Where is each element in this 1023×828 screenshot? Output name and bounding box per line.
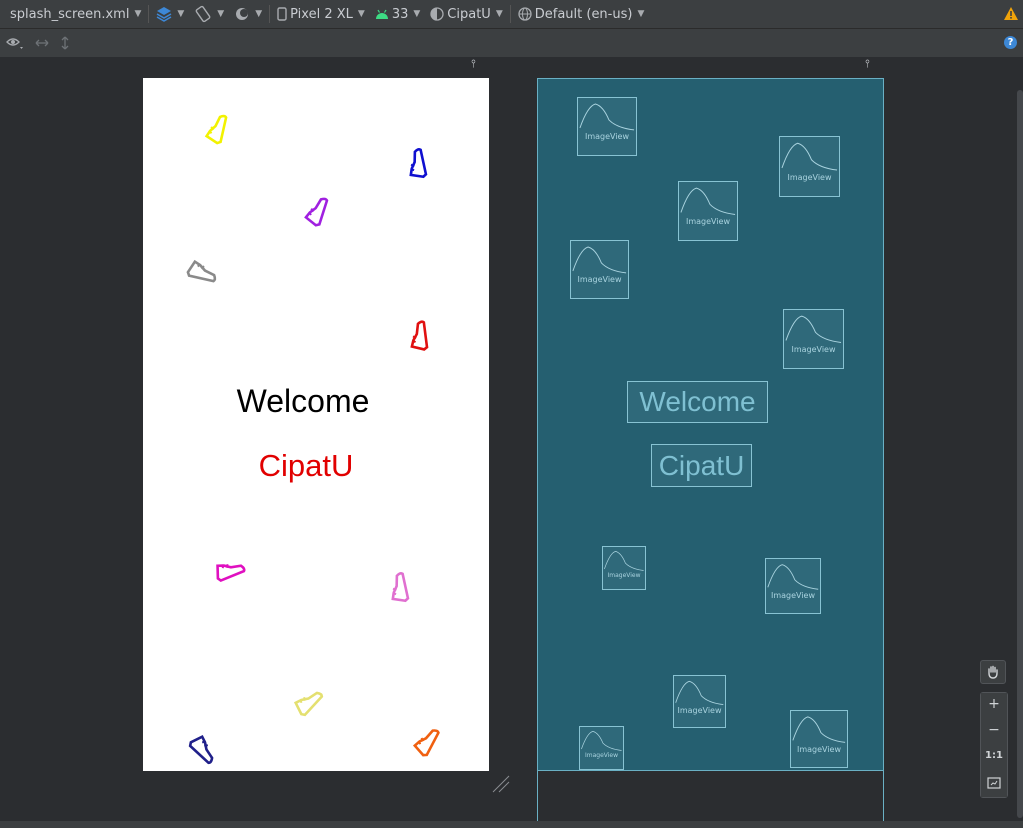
imageview-label: ImageView bbox=[770, 591, 816, 601]
pin-icon: ⫯ bbox=[865, 57, 870, 70]
status-bar bbox=[0, 821, 1023, 828]
chevron-down-icon: ▼ bbox=[177, 9, 185, 19]
zoom-one-to-one-button[interactable]: 1:1 bbox=[981, 745, 1007, 771]
zoom-to-fit-button[interactable] bbox=[981, 771, 1007, 797]
shoe-icon bbox=[186, 259, 217, 283]
file-selector[interactable]: splash_screen.xml ▼ bbox=[0, 0, 146, 28]
orientation-button[interactable]: ▼ bbox=[189, 0, 229, 28]
imageview-label: ImageView bbox=[787, 172, 832, 182]
imageview-placeholder[interactable]: ImageView bbox=[678, 181, 738, 241]
imageview-placeholder[interactable]: ImageView bbox=[779, 136, 840, 197]
device-selector[interactable]: Pixel 2 XL ▼ bbox=[272, 0, 370, 28]
blueprint-preview[interactable]: ImageView ImageView ImageView ImageView … bbox=[537, 78, 884, 771]
rotate-icon bbox=[195, 5, 211, 23]
help-icon[interactable]: ? bbox=[1004, 36, 1017, 49]
imageview-label: ImageView bbox=[791, 345, 836, 355]
theme-icon bbox=[430, 7, 444, 21]
fit-screen-icon bbox=[987, 777, 1001, 789]
brand-text[interactable]: CipatU bbox=[143, 448, 469, 484]
file-name: splash_screen.xml bbox=[10, 6, 130, 22]
pan-hand-button[interactable] bbox=[980, 660, 1006, 684]
shoe-icon bbox=[409, 148, 428, 179]
view-options-bar bbox=[0, 29, 1023, 57]
imageview-placeholder[interactable]: ImageView bbox=[765, 558, 821, 614]
zoom-group: + − 1:1 bbox=[980, 692, 1008, 798]
layout-editor-toolbar: splash_screen.xml ▼ ▼ ▼ ▼ Pixel 2 XL ▼ 3… bbox=[0, 0, 1023, 29]
design-preview[interactable]: Welcome CipatU bbox=[143, 78, 489, 771]
divider bbox=[269, 5, 271, 23]
api-selector[interactable]: 33 ▼ bbox=[370, 0, 425, 28]
brand-text-outline[interactable]: CipatU bbox=[651, 444, 752, 487]
imageview-placeholder[interactable]: ImageView bbox=[577, 97, 637, 156]
horizontal-resize-icon[interactable] bbox=[34, 38, 50, 48]
imageview-placeholder[interactable]: ImageView bbox=[602, 546, 646, 590]
welcome-text[interactable]: Welcome bbox=[143, 383, 463, 420]
layers-button[interactable]: ▼ bbox=[151, 0, 189, 28]
chevron-down-icon: ▼ bbox=[134, 9, 142, 19]
divider bbox=[509, 5, 511, 23]
theme-name: CipatU bbox=[447, 6, 491, 22]
hand-icon bbox=[988, 665, 998, 679]
imageview-label: ImageView bbox=[584, 751, 619, 759]
globe-icon bbox=[518, 7, 532, 21]
divider bbox=[148, 5, 150, 23]
vertical-scrollbar[interactable] bbox=[1017, 90, 1023, 818]
shoe-icon bbox=[304, 197, 329, 227]
imageview-label: ImageView bbox=[607, 571, 641, 579]
shoe-icon bbox=[391, 572, 410, 603]
night-mode-button[interactable]: ▼ bbox=[229, 0, 267, 28]
zoom-controls: + − 1:1 bbox=[980, 660, 1008, 798]
shoe-icon bbox=[188, 734, 214, 765]
shoe-icon bbox=[204, 114, 228, 145]
imageview-placeholder[interactable]: ImageView bbox=[570, 240, 629, 299]
imageview-label: ImageView bbox=[677, 705, 722, 715]
phone-icon bbox=[277, 7, 287, 21]
device-name: Pixel 2 XL bbox=[290, 6, 353, 22]
imageview-placeholder[interactable]: ImageView bbox=[673, 675, 726, 728]
chevron-down-icon: ▼ bbox=[357, 9, 365, 19]
pin-icon: ⫯ bbox=[471, 57, 476, 70]
shoe-icon bbox=[412, 729, 440, 757]
chevron-down-icon: ▼ bbox=[413, 9, 421, 19]
imageview-label: ImageView bbox=[685, 217, 731, 227]
chevron-down-icon: ▼ bbox=[495, 9, 503, 19]
imageview-label: ImageView bbox=[796, 744, 842, 754]
api-level: 33 bbox=[391, 6, 409, 22]
imageview-placeholder[interactable]: ImageView bbox=[579, 726, 624, 770]
chevron-down-icon: ▼ bbox=[255, 9, 263, 19]
imageview-label: ImageView bbox=[577, 275, 622, 285]
warning-icon[interactable] bbox=[1003, 6, 1019, 21]
imageview-placeholder[interactable]: ImageView bbox=[783, 309, 844, 369]
resize-handle-icon[interactable] bbox=[491, 774, 511, 794]
eye-icon[interactable] bbox=[6, 36, 24, 50]
vertical-resize-icon[interactable] bbox=[60, 35, 70, 51]
chevron-down-icon: ▼ bbox=[637, 9, 645, 19]
blueprint-overflow-area bbox=[537, 771, 884, 821]
chevron-down-icon: ▼ bbox=[217, 9, 225, 19]
shoe-icon bbox=[293, 691, 324, 717]
imageview-placeholder[interactable]: ImageView bbox=[790, 710, 848, 768]
imageview-label: ImageView bbox=[584, 132, 630, 142]
android-icon bbox=[375, 9, 388, 19]
zoom-in-button[interactable]: + bbox=[981, 693, 1007, 719]
theme-mode-icon bbox=[236, 8, 249, 20]
theme-selector[interactable]: CipatU ▼ bbox=[425, 0, 507, 28]
shoe-icon bbox=[216, 564, 246, 583]
zoom-out-button[interactable]: − bbox=[981, 719, 1007, 745]
shoe-icon bbox=[410, 320, 429, 351]
welcome-text-outline[interactable]: Welcome bbox=[627, 381, 768, 423]
locale-name: Default (en-us) bbox=[534, 6, 633, 22]
layers-icon bbox=[156, 7, 172, 22]
locale-selector[interactable]: Default (en-us) ▼ bbox=[513, 0, 650, 28]
